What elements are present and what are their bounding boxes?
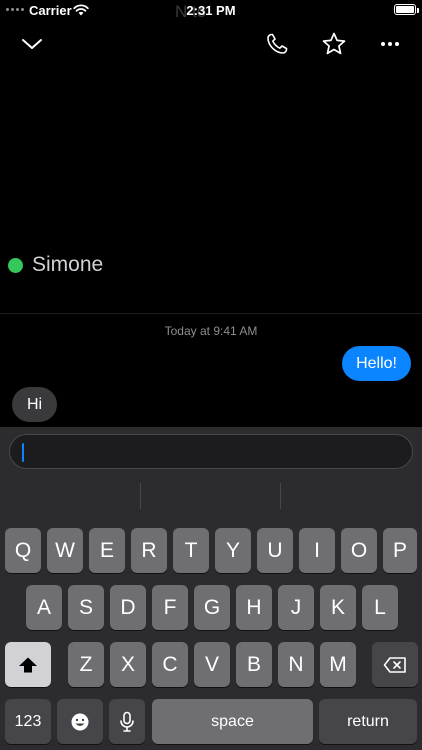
key-v[interactable]: V bbox=[194, 642, 230, 687]
key-o[interactable]: O bbox=[341, 528, 377, 573]
incoming-message-bubble[interactable]: Hi bbox=[12, 387, 58, 422]
backspace-icon bbox=[383, 656, 406, 673]
call-button[interactable] bbox=[261, 28, 293, 60]
key-d[interactable]: D bbox=[110, 585, 146, 630]
collapse-button[interactable] bbox=[16, 28, 48, 60]
key-f[interactable]: F bbox=[152, 585, 188, 630]
key-j[interactable]: J bbox=[278, 585, 314, 630]
key-k[interactable]: K bbox=[320, 585, 356, 630]
key-r[interactable]: R bbox=[131, 528, 167, 573]
message-input[interactable] bbox=[9, 434, 413, 469]
key-y[interactable]: Y bbox=[215, 528, 251, 573]
key-q[interactable]: Q bbox=[5, 528, 41, 573]
microphone-icon bbox=[120, 711, 134, 732]
contact-header[interactable]: Simone bbox=[8, 253, 103, 277]
status-bar: Carrier N to 2:31 PM bbox=[0, 0, 422, 22]
shift-icon bbox=[19, 657, 37, 672]
header-divider bbox=[0, 313, 422, 314]
key-b[interactable]: B bbox=[236, 642, 272, 687]
key-u[interactable]: U bbox=[257, 528, 293, 573]
emoji-key[interactable] bbox=[57, 699, 103, 744]
key-e[interactable]: E bbox=[89, 528, 125, 573]
space-key[interactable]: space bbox=[152, 699, 313, 744]
dictation-key[interactable] bbox=[109, 699, 145, 744]
online-status-icon bbox=[8, 257, 23, 273]
message-timestamp: Today at 9:41 AM bbox=[164, 324, 258, 338]
return-key[interactable]: return bbox=[319, 699, 417, 744]
delete-key[interactable] bbox=[372, 642, 418, 687]
ellipsis-icon bbox=[381, 42, 399, 46]
key-c[interactable]: C bbox=[152, 642, 188, 687]
contact-name: Simone bbox=[32, 253, 104, 276]
key-i[interactable]: I bbox=[299, 528, 335, 573]
key-h[interactable]: H bbox=[236, 585, 272, 630]
key-z[interactable]: Z bbox=[68, 642, 104, 687]
emoji-icon bbox=[71, 713, 89, 730]
key-a[interactable]: A bbox=[26, 585, 62, 630]
key-g[interactable]: G bbox=[194, 585, 230, 630]
key-w[interactable]: W bbox=[47, 528, 83, 573]
outgoing-message-bubble[interactable]: Hello! bbox=[342, 346, 411, 381]
key-x[interactable]: X bbox=[110, 642, 146, 687]
prediction-divider bbox=[280, 483, 281, 509]
prediction-divider bbox=[140, 483, 141, 509]
key-l[interactable]: L bbox=[362, 585, 398, 630]
key-n[interactable]: N bbox=[278, 642, 314, 687]
battery-tip bbox=[417, 8, 419, 13]
numbers-key[interactable]: 123 bbox=[5, 699, 51, 744]
chevron-down-icon bbox=[22, 39, 42, 49]
status-time: 2:31 PM bbox=[186, 3, 236, 18]
battery-icon bbox=[394, 4, 416, 15]
star-icon bbox=[322, 32, 346, 55]
key-m[interactable]: M bbox=[320, 642, 356, 687]
key-p[interactable]: P bbox=[383, 528, 417, 573]
shift-key[interactable] bbox=[5, 642, 51, 687]
phone-icon bbox=[267, 33, 288, 54]
more-button[interactable] bbox=[374, 28, 406, 60]
favorite-button[interactable] bbox=[318, 28, 350, 60]
text-caret bbox=[22, 443, 24, 462]
key-t[interactable]: T bbox=[173, 528, 209, 573]
key-s[interactable]: S bbox=[68, 585, 104, 630]
